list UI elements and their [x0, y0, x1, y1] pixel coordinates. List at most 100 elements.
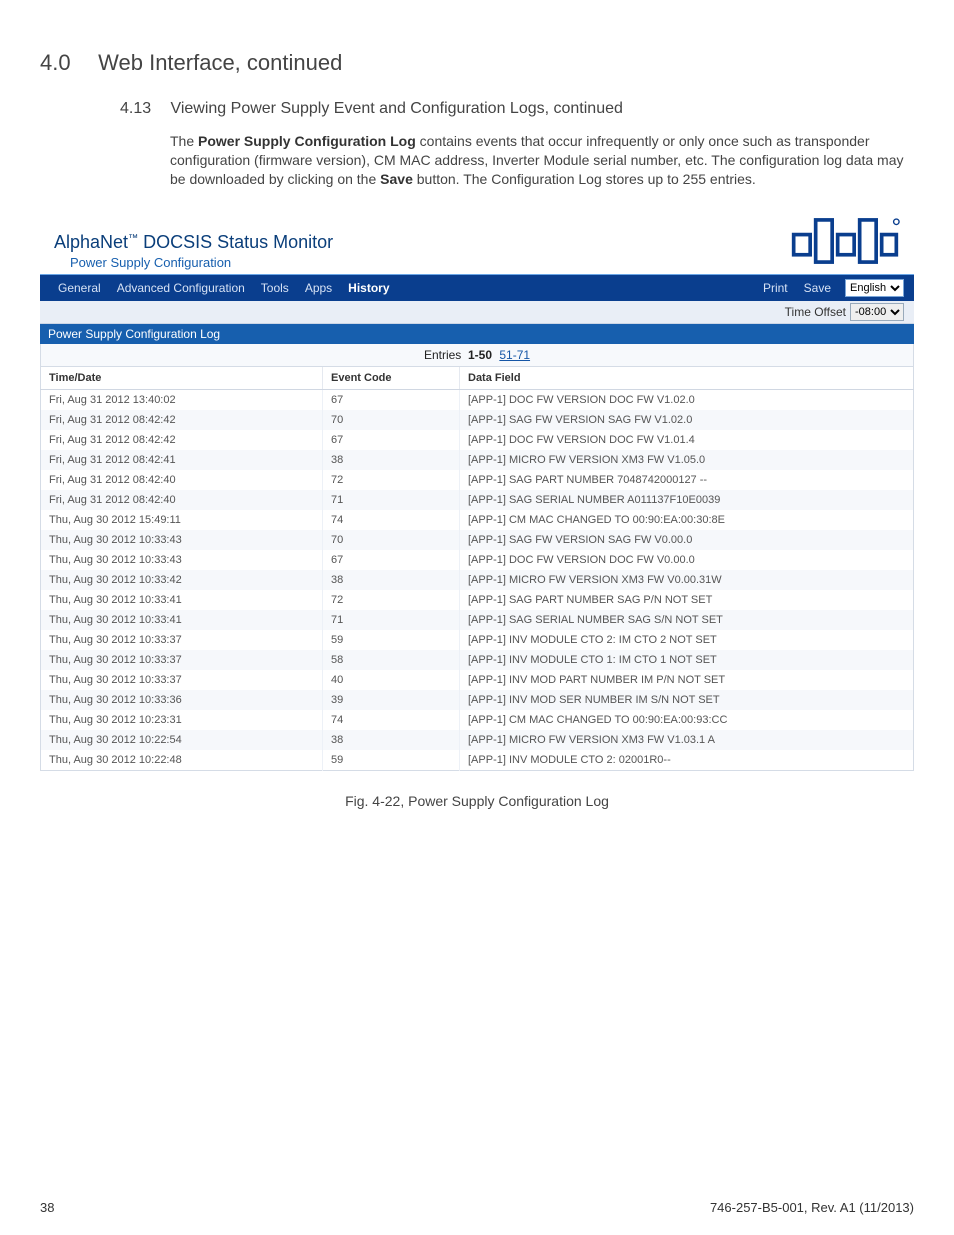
cell-event-code: 40 — [323, 670, 460, 690]
cell-time: Fri, Aug 31 2012 08:42:41 — [41, 450, 323, 470]
cell-data-field: [APP-1] MICRO FW VERSION XM3 FW V1.05.0 — [460, 450, 914, 470]
time-offset-bar: Time Offset -08:00 — [40, 301, 914, 324]
language-select[interactable]: English — [845, 279, 904, 297]
cell-event-code: 71 — [323, 610, 460, 630]
page-number: 38 — [40, 1200, 54, 1215]
doc-id: 746-257-B5-001, Rev. A1 (11/2013) — [710, 1200, 914, 1215]
cell-time: Fri, Aug 31 2012 08:42:40 — [41, 470, 323, 490]
subsection-heading: 4.13 Viewing Power Supply Event and Conf… — [120, 100, 914, 118]
table-row: Fri, Aug 31 2012 13:40:0267[APP-1] DOC F… — [41, 389, 914, 410]
pager-next-link[interactable]: 51-71 — [499, 348, 530, 362]
cell-time: Thu, Aug 30 2012 10:33:42 — [41, 570, 323, 590]
cell-time: Fri, Aug 31 2012 08:42:40 — [41, 490, 323, 510]
tab-general[interactable]: General — [50, 281, 109, 295]
cell-time: Thu, Aug 30 2012 10:33:41 — [41, 610, 323, 630]
cell-time: Thu, Aug 30 2012 10:33:37 — [41, 630, 323, 650]
cell-event-code: 70 — [323, 530, 460, 550]
cell-event-code: 67 — [323, 550, 460, 570]
table-row: Thu, Aug 30 2012 15:49:1174[APP-1] CM MA… — [41, 510, 914, 530]
heading1-num: 4.0 — [40, 50, 92, 76]
cell-event-code: 38 — [323, 570, 460, 590]
brand-tm: ™ — [128, 233, 138, 244]
table-row: Thu, Aug 30 2012 10:22:5438[APP-1] MICRO… — [41, 730, 914, 750]
table-row: Thu, Aug 30 2012 10:33:3639[APP-1] INV M… — [41, 690, 914, 710]
cell-event-code: 72 — [323, 470, 460, 490]
tab-advanced[interactable]: Advanced Configuration — [109, 281, 253, 295]
pager-label: Entries — [424, 348, 461, 362]
save-button[interactable]: Save — [796, 281, 839, 295]
cell-event-code: 72 — [323, 590, 460, 610]
cell-data-field: [APP-1] SAG PART NUMBER 7048742000127 -- — [460, 470, 914, 490]
alpha-logo-icon — [790, 217, 900, 270]
page-heading: 4.0 Web Interface, continued — [40, 50, 914, 76]
tab-tools[interactable]: Tools — [253, 281, 297, 295]
cell-data-field: [APP-1] SAG SERIAL NUMBER SAG S/N NOT SE… — [460, 610, 914, 630]
heading2-num: 4.13 — [120, 100, 166, 118]
cell-time: Thu, Aug 30 2012 10:22:48 — [41, 750, 323, 771]
heading2-text: Viewing Power Supply Event and Configura… — [170, 100, 622, 117]
table-row: Fri, Aug 31 2012 08:42:4138[APP-1] MICRO… — [41, 450, 914, 470]
cell-data-field: [APP-1] INV MODULE CTO 2: 02001R0-- — [460, 750, 914, 771]
entries-pager: Entries 1-50 51-71 — [40, 344, 914, 367]
time-offset-select[interactable]: -08:00 — [850, 303, 904, 321]
pager-current: 1-50 — [468, 348, 492, 362]
cell-data-field: [APP-1] DOC FW VERSION DOC FW V1.02.0 — [460, 389, 914, 410]
cell-time: Thu, Aug 30 2012 10:33:43 — [41, 550, 323, 570]
table-row: Fri, Aug 31 2012 08:42:4071[APP-1] SAG S… — [41, 490, 914, 510]
cell-data-field: [APP-1] CM MAC CHANGED TO 00:90:EA:00:93… — [460, 710, 914, 730]
cell-data-field: [APP-1] SAG PART NUMBER SAG P/N NOT SET — [460, 590, 914, 610]
col-time: Time/Date — [41, 367, 323, 390]
time-offset-label: Time Offset — [785, 305, 846, 319]
table-row: Fri, Aug 31 2012 08:42:4072[APP-1] SAG P… — [41, 470, 914, 490]
cell-data-field: [APP-1] DOC FW VERSION DOC FW V1.01.4 — [460, 430, 914, 450]
cell-event-code: 58 — [323, 650, 460, 670]
cell-data-field: [APP-1] MICRO FW VERSION XM3 FW V1.03.1 … — [460, 730, 914, 750]
cell-data-field: [APP-1] INV MODULE CTO 2: IM CTO 2 NOT S… — [460, 630, 914, 650]
table-row: Thu, Aug 30 2012 10:33:3740[APP-1] INV M… — [41, 670, 914, 690]
tab-history[interactable]: History — [340, 281, 397, 295]
cell-data-field: [APP-1] MICRO FW VERSION XM3 FW V0.00.31… — [460, 570, 914, 590]
brand-title-b: DOCSIS Status Monitor — [138, 232, 333, 252]
cell-time: Thu, Aug 30 2012 10:33:36 — [41, 690, 323, 710]
table-row: Thu, Aug 30 2012 10:33:4238[APP-1] MICRO… — [41, 570, 914, 590]
table-row: Thu, Aug 30 2012 10:33:4367[APP-1] DOC F… — [41, 550, 914, 570]
cell-time: Fri, Aug 31 2012 08:42:42 — [41, 430, 323, 450]
cell-time: Thu, Aug 30 2012 10:33:41 — [41, 590, 323, 610]
table-row: Thu, Aug 30 2012 10:33:4172[APP-1] SAG P… — [41, 590, 914, 610]
cell-event-code: 59 — [323, 750, 460, 771]
cell-event-code: 59 — [323, 630, 460, 650]
nav-bar: General Advanced Configuration Tools App… — [40, 274, 914, 301]
body-paragraph: The Power Supply Configuration Log conta… — [170, 132, 914, 189]
cell-time: Thu, Aug 30 2012 10:22:54 — [41, 730, 323, 750]
print-button[interactable]: Print — [755, 281, 796, 295]
table-row: Thu, Aug 30 2012 10:33:4171[APP-1] SAG S… — [41, 610, 914, 630]
col-event-code: Event Code — [323, 367, 460, 390]
cell-event-code: 71 — [323, 490, 460, 510]
cell-event-code: 74 — [323, 510, 460, 530]
table-row: Thu, Aug 30 2012 10:23:3174[APP-1] CM MA… — [41, 710, 914, 730]
cell-event-code: 67 — [323, 389, 460, 410]
cell-event-code: 38 — [323, 730, 460, 750]
tab-apps[interactable]: Apps — [297, 281, 340, 295]
cell-event-code: 74 — [323, 710, 460, 730]
table-row: Thu, Aug 30 2012 10:22:4859[APP-1] INV M… — [41, 750, 914, 771]
cell-data-field: [APP-1] SAG FW VERSION SAG FW V1.02.0 — [460, 410, 914, 430]
cell-time: Thu, Aug 30 2012 10:23:31 — [41, 710, 323, 730]
cell-event-code: 39 — [323, 690, 460, 710]
cell-data-field: [APP-1] SAG FW VERSION SAG FW V0.00.0 — [460, 530, 914, 550]
cell-data-field: [APP-1] DOC FW VERSION DOC FW V0.00.0 — [460, 550, 914, 570]
heading1-text: Web Interface, continued — [98, 50, 342, 75]
cell-time: Thu, Aug 30 2012 10:33:37 — [41, 670, 323, 690]
cell-data-field: [APP-1] INV MOD SER NUMBER IM S/N NOT SE… — [460, 690, 914, 710]
cell-time: Fri, Aug 31 2012 13:40:02 — [41, 389, 323, 410]
cell-time: Thu, Aug 30 2012 15:49:11 — [41, 510, 323, 530]
status-monitor-ui: AlphaNet™ DOCSIS Status Monitor Power Su… — [40, 211, 914, 771]
table-row: Thu, Aug 30 2012 10:33:3759[APP-1] INV M… — [41, 630, 914, 650]
table-row: Thu, Aug 30 2012 10:33:3758[APP-1] INV M… — [41, 650, 914, 670]
figure-caption: Fig. 4-22, Power Supply Configuration Lo… — [40, 793, 914, 809]
table-row: Thu, Aug 30 2012 10:33:4370[APP-1] SAG F… — [41, 530, 914, 550]
cell-event-code: 70 — [323, 410, 460, 430]
cell-data-field: [APP-1] INV MOD PART NUMBER IM P/N NOT S… — [460, 670, 914, 690]
brand-subtitle: Power Supply Configuration — [70, 255, 333, 270]
cell-event-code: 38 — [323, 450, 460, 470]
